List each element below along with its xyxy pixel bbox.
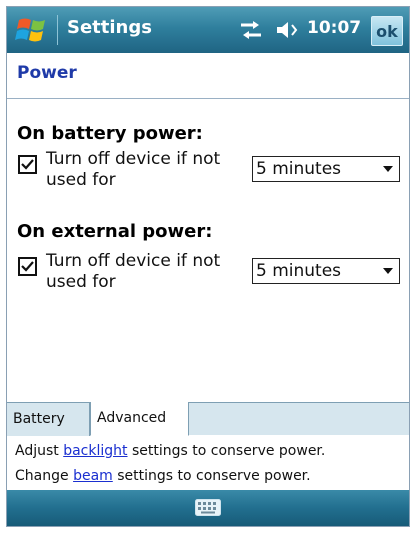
volume-icon[interactable] [275,18,301,42]
clock[interactable]: 10:07 [307,18,361,38]
checkmark-icon [21,261,34,272]
title-bar: Settings 10:07 ok [7,7,409,53]
external-turn-off-label[interactable]: Turn off device if not used for [46,251,251,293]
chevron-down-icon [383,268,393,274]
external-section-heading: On external power: [17,221,213,242]
help-text: Change [15,468,74,484]
header-divider [7,98,409,99]
tab-bar: Battery Advanced [7,402,409,436]
battery-turn-off-label[interactable]: Turn off device if not used for [46,149,251,191]
tab-battery[interactable]: Battery [7,403,90,436]
battery-section-heading: On battery power: [17,123,203,144]
external-timeout-dropdown[interactable]: 5 minutes [252,258,400,284]
bottom-menu-bar [7,490,409,526]
help-text: settings to conserve power. [112,468,311,484]
battery-timeout-dropdown[interactable]: 5 minutes [252,156,400,182]
chevron-down-icon [383,166,393,172]
help-line-beam: Change beam settings to conserve power. [15,468,311,484]
battery-timeout-value: 5 minutes [256,159,342,179]
help-text: settings to conserve power. [127,443,326,459]
external-timeout-value: 5 minutes [256,261,342,281]
app-title: Settings [67,17,152,38]
network-icon[interactable] [237,19,265,41]
windows-start-icon[interactable] [13,12,51,48]
ok-button[interactable]: ok [371,16,403,46]
keyboard-icon[interactable] [195,499,221,516]
checkmark-icon [21,159,34,170]
help-text: Adjust [15,443,64,459]
device-screen: Settings 10:07 ok Power On battery power… [6,6,410,527]
battery-turn-off-checkbox[interactable] [18,155,37,174]
title-separator [57,15,58,45]
page-title: Power [17,63,77,83]
beam-link[interactable]: beam [73,468,113,484]
external-turn-off-checkbox[interactable] [18,257,37,276]
help-line-backlight: Adjust backlight settings to conserve po… [15,443,325,459]
tab-advanced[interactable]: Advanced [90,402,189,436]
backlight-link[interactable]: backlight [63,443,127,459]
